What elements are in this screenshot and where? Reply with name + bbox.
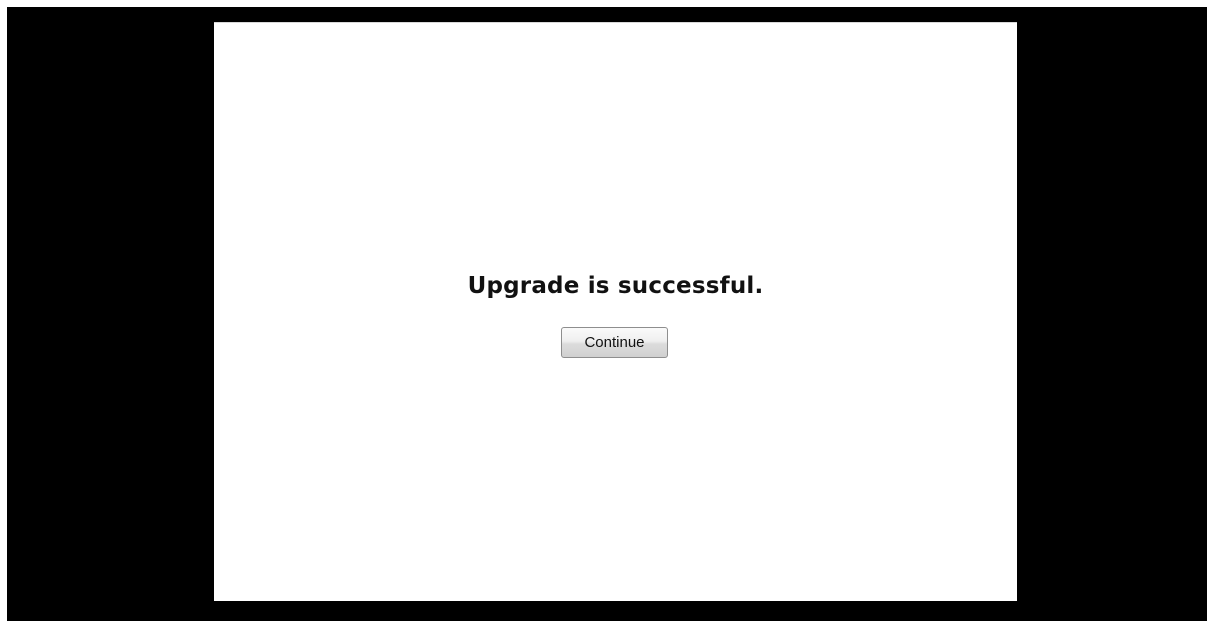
upgrade-status-panel: Upgrade is successful. Continue bbox=[214, 22, 1017, 601]
screen-background: Upgrade is successful. Continue bbox=[7, 7, 1207, 621]
continue-button[interactable]: Continue bbox=[561, 327, 668, 358]
upgrade-success-message: Upgrade is successful. bbox=[467, 273, 764, 299]
